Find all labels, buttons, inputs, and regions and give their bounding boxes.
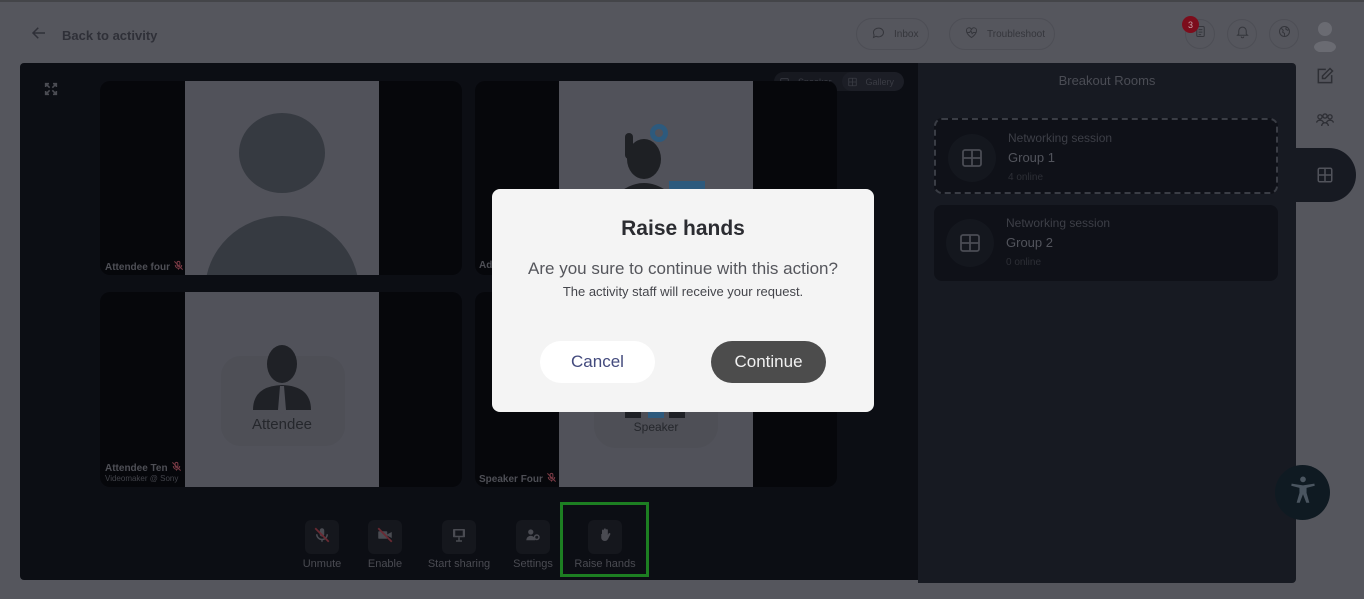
room-name: Group 2 (1006, 235, 1053, 250)
accessibility-button[interactable] (1275, 465, 1330, 520)
people-group-icon (1314, 111, 1336, 136)
unmute-button[interactable]: Unmute (300, 520, 344, 570)
cancel-button[interactable]: Cancel (540, 341, 655, 383)
participant-name: Speaker Four (479, 472, 557, 486)
mic-off-icon (171, 461, 182, 475)
settings-button[interactable]: Settings (510, 520, 556, 570)
camera-off-icon (376, 526, 394, 549)
enable-label: Enable (367, 558, 403, 570)
mic-off-icon (546, 472, 557, 486)
participant-tile[interactable]: Attendee Attendee Ten Videomaker @ Sony (100, 292, 462, 487)
mic-off-icon (173, 260, 184, 274)
participant-name: Ad (479, 260, 493, 271)
breakout-rooms-panel: Breakout Rooms Networking session Group … (918, 63, 1296, 583)
raise-hands-highlight-box (560, 502, 649, 577)
raise-hands-dialog: Raise hands Are you sure to continue wit… (492, 189, 874, 412)
enable-camera-button[interactable]: Enable (364, 520, 406, 570)
gallery-view-tab[interactable]: Gallery (841, 72, 905, 91)
troubleshoot-button[interactable]: Troubleshoot (949, 18, 1055, 50)
breakout-room-item[interactable]: Networking session Group 1 4 online (934, 118, 1278, 194)
breakout-room-item[interactable]: Networking session Group 2 0 online (934, 205, 1278, 281)
room-online-count: 4 online (1008, 172, 1044, 183)
troubleshoot-label: Troubleshoot (987, 28, 1045, 40)
grid-icon (1314, 164, 1336, 186)
back-label: Back to activity (62, 28, 158, 43)
continue-button[interactable]: Continue (711, 341, 826, 383)
room-type: Networking session (1006, 216, 1111, 230)
language-button[interactable] (1269, 19, 1299, 49)
dialog-title: Raise hands (621, 217, 745, 240)
room-type: Networking session (1008, 131, 1113, 145)
top-header: Back to activity Inbox Troubleshoot 3 (0, 2, 1364, 62)
breakout-rooms-tab[interactable] (1296, 148, 1356, 202)
grid-icon (946, 219, 994, 267)
screen-share-icon (450, 526, 468, 549)
participants-button[interactable] (1314, 112, 1336, 134)
unmute-label: Unmute (302, 558, 342, 570)
inbox-label: Inbox (894, 28, 919, 40)
accessibility-person-icon (1286, 473, 1320, 512)
start-sharing-label: Start sharing (427, 558, 491, 570)
inbox-button[interactable]: Inbox (856, 18, 929, 50)
globe-icon (1277, 24, 1292, 44)
room-name: Group 1 (1008, 150, 1055, 165)
start-sharing-button[interactable]: Start sharing (424, 520, 494, 570)
dialog-question: Are you sure to continue with this actio… (528, 259, 838, 278)
fullscreen-button[interactable] (38, 80, 64, 102)
heart-pulse-icon (964, 25, 979, 43)
expand-icon (43, 81, 59, 102)
edit-note-icon (1315, 66, 1335, 91)
breakout-rooms-title: Breakout Rooms (1058, 73, 1156, 88)
chat-bubble-icon (871, 25, 886, 43)
tasks-count-badge: 3 (1182, 16, 1199, 33)
arrow-left-icon (30, 24, 48, 47)
avatar-card-label: Attendee (251, 416, 313, 433)
user-avatar[interactable] (1312, 20, 1338, 53)
mic-off-icon (313, 526, 331, 549)
back-to-activity-link[interactable]: Back to activity (30, 24, 157, 47)
participant-avatar-image: Attendee (185, 292, 379, 487)
settings-label: Settings (513, 558, 553, 570)
grid-icon (948, 134, 996, 182)
participant-avatar-image (185, 81, 379, 275)
user-settings-icon (524, 526, 542, 549)
participant-subtitle: Videomaker @ Sony (105, 474, 179, 483)
dialog-subtitle: The activity staff will receive your req… (562, 284, 804, 299)
avatar-card-label: Speaker (633, 420, 679, 434)
room-online-count: 0 online (1006, 257, 1042, 268)
participant-name: Attendee Ten (105, 461, 182, 475)
gallery-view-label: Gallery (865, 76, 895, 87)
bell-icon (1235, 24, 1250, 44)
notes-button[interactable] (1314, 66, 1336, 91)
participant-name: Attendee four (105, 260, 184, 274)
participant-tile[interactable]: Attendee four (100, 81, 462, 275)
notifications-button[interactable] (1227, 19, 1257, 49)
